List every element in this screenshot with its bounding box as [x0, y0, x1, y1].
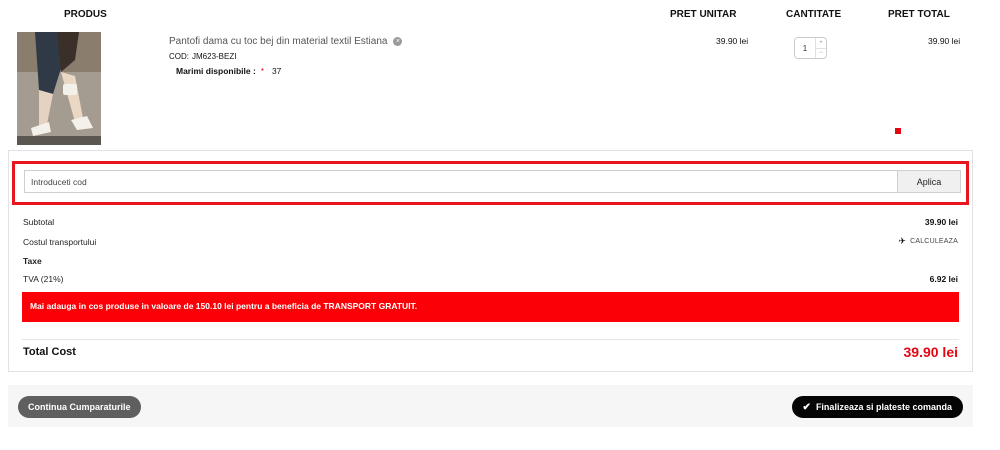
- red-marker: [895, 128, 901, 134]
- product-name: Pantofi dama cu toc bej din material tex…: [169, 36, 403, 47]
- total-cost-value: 39.90 lei: [903, 344, 959, 360]
- subtotal-row: Subtotal 39.90 lei: [23, 217, 958, 227]
- apply-coupon-button[interactable]: Aplica: [897, 170, 961, 193]
- quantity-increase-icon[interactable]: +: [816, 38, 826, 49]
- free-shipping-banner: Mai adauga in cos produse in valoare de …: [22, 292, 959, 322]
- unit-price: 39.90 lei: [716, 36, 749, 46]
- subtotal-value: 39.90 lei: [924, 217, 958, 227]
- product-image[interactable]: [17, 32, 101, 145]
- product-sizes: Marimi disponibile : * 37: [176, 66, 281, 76]
- product-code: COD: JM623-BEZI: [169, 52, 236, 61]
- shipping-label: Costul transportului: [23, 236, 97, 247]
- coupon-input[interactable]: [24, 170, 897, 193]
- calculate-shipping-label: CALCULEAZA: [910, 238, 958, 245]
- cart-actions-bar: Continua Cumparaturile ✔ Finalizeaza si …: [8, 385, 973, 427]
- divider: [22, 339, 959, 340]
- sizes-label: Marimi disponibile :: [176, 66, 256, 76]
- product-code-label: COD:: [169, 52, 189, 61]
- quantity-decrease-icon[interactable]: −: [816, 49, 826, 59]
- coupon-section: Aplica: [12, 161, 969, 205]
- header-quantity: CANTITATE: [786, 9, 842, 20]
- quantity-arrows: + −: [815, 38, 826, 58]
- cart-summary-panel: Aplica Subtotal 39.90 lei Costul transpo…: [8, 150, 973, 372]
- tva-value: 6.92 lei: [929, 274, 958, 284]
- tva-row: TVA (21%) 6.92 lei: [23, 274, 958, 284]
- size-value: 37: [271, 66, 282, 76]
- quantity-stepper[interactable]: 1 + −: [794, 37, 827, 59]
- product-code-value: JM623-BEZI: [192, 52, 237, 61]
- continue-shopping-button[interactable]: Continua Cumparaturile: [18, 396, 141, 418]
- subtotal-label: Subtotal: [23, 217, 55, 227]
- total-cost-label: Total Cost: [23, 346, 76, 358]
- checkout-label: Finalizeaza si plateste comanda: [815, 402, 952, 412]
- airplane-icon: ✈: [898, 236, 907, 246]
- product-photo-illustration: [17, 32, 101, 145]
- product-name-link[interactable]: Pantofi dama cu toc bej din material tex…: [169, 36, 387, 47]
- calculate-shipping-link[interactable]: ✈ CALCULEAZA: [898, 236, 958, 247]
- shipping-row: Costul transportului ✈ CALCULEAZA: [23, 236, 958, 247]
- checkout-button[interactable]: ✔ Finalizeaza si plateste comanda: [791, 396, 963, 418]
- tva-label: TVA (21%): [23, 274, 64, 284]
- taxes-label: Taxe: [23, 256, 42, 266]
- remove-item-icon[interactable]: ×: [393, 37, 403, 46]
- quantity-value[interactable]: 1: [795, 38, 815, 58]
- header-product: PRODUS: [64, 9, 107, 20]
- check-icon: ✔: [802, 401, 811, 413]
- header-total-price: PRET TOTAL: [888, 9, 950, 20]
- header-unit-price: PRET UNITAR: [670, 9, 737, 20]
- line-total-price: 39.90 lei: [928, 36, 961, 46]
- required-marker: *: [260, 66, 264, 76]
- taxes-row: Taxe: [23, 256, 958, 266]
